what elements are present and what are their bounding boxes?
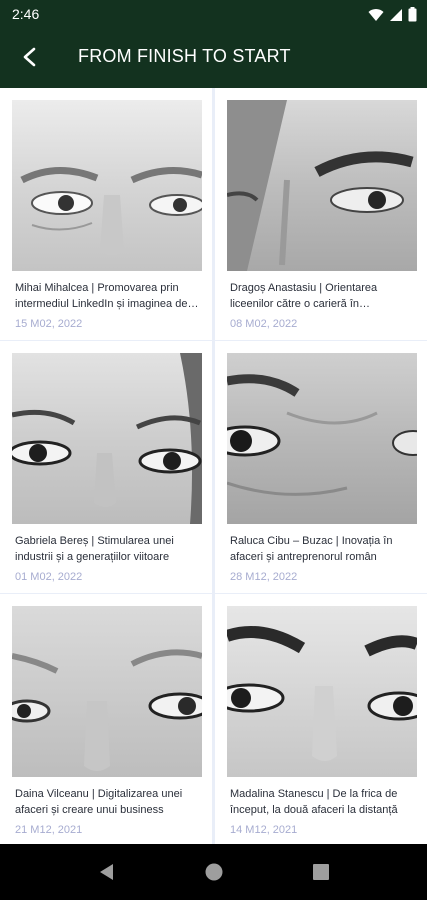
page-title: FROM FINISH TO START — [78, 46, 291, 66]
episode-thumbnail — [12, 100, 202, 271]
episode-date: 15 M02, 2022 — [15, 318, 83, 330]
episode-title: Raluca Cibu – Buzac | Inovația în afacer… — [230, 535, 393, 563]
episode-title: Madalina Stanescu | De la frica de încep… — [230, 788, 398, 816]
episode-title: Daina Vilceanu | Digitalizarea unei afac… — [15, 788, 183, 816]
nav-recents-button[interactable] — [309, 860, 333, 884]
episode-grid: Mihai Mihalcea | Promovarea prin interme… — [0, 88, 427, 844]
back-arrow-icon — [21, 47, 39, 72]
episode-card[interactable]: Raluca Cibu – Buzac | Inovația în afacer… — [215, 341, 427, 593]
episode-thumbnail — [227, 606, 417, 777]
back-button[interactable] — [14, 43, 46, 75]
episode-title: Mihai Mihalcea | Promovarea prin interme… — [15, 282, 188, 310]
status-bar: 2:46 — [0, 0, 427, 30]
episode-card[interactable]: Daina Vilceanu | Digitalizarea unei afac… — [0, 594, 212, 844]
episode-date: 28 M12, 2022 — [230, 571, 298, 583]
episode-card[interactable]: Mihai Mihalcea | Promovarea prin interme… — [0, 88, 212, 340]
episode-thumbnail — [227, 100, 417, 271]
episode-title: Gabriela Bereș | Stimularea unei industr… — [15, 535, 174, 563]
episode-thumbnail — [12, 606, 202, 777]
status-time: 2:46 — [12, 6, 40, 22]
episode-card[interactable]: Gabriela Bereș | Stimularea unei industr… — [0, 341, 212, 593]
app-bar: FROM FINISH TO START — [0, 30, 427, 88]
episode-card[interactable]: Dragoș Anastasiu | Orientarea liceenilor… — [215, 88, 427, 340]
episode-card[interactable]: Madalina Stanescu | De la frica de încep… — [215, 594, 427, 844]
battery-icon — [408, 7, 417, 27]
episode-thumbnail — [12, 353, 202, 524]
status-icons — [368, 7, 417, 27]
signal-icon — [389, 8, 403, 27]
system-nav-bar — [0, 844, 427, 900]
wifi-icon — [368, 8, 384, 27]
episode-thumbnail — [227, 353, 417, 524]
episode-date: 21 M12, 2021 — [15, 824, 83, 836]
episode-date: 08 M02, 2022 — [230, 318, 298, 330]
nav-home-button[interactable] — [202, 860, 226, 884]
episode-date: 01 M02, 2022 — [15, 571, 83, 583]
episode-date: 14 M12, 2021 — [230, 824, 298, 836]
episode-title: Dragoș Anastasiu | Orientarea liceenilor… — [230, 282, 378, 310]
nav-back-button[interactable] — [95, 860, 119, 884]
